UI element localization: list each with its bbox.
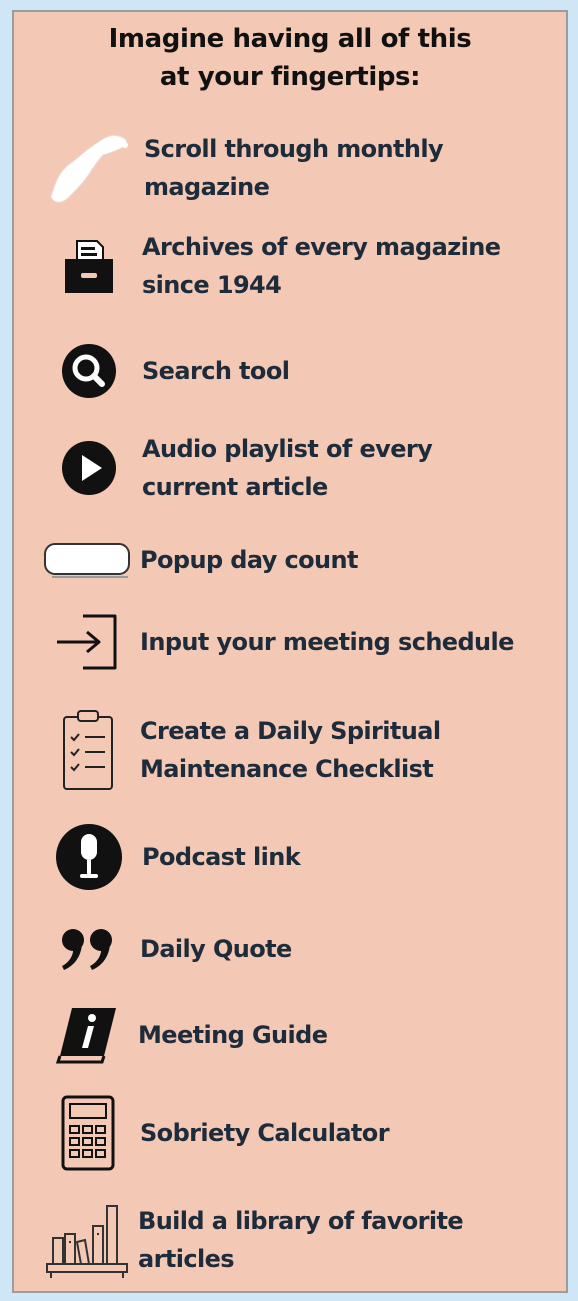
feature-build-library: Build a library of favorite articles (36, 1198, 558, 1282)
feature-label-line1: Build a library of favorite (138, 1207, 464, 1235)
feature-label-line2: since 1944 (142, 271, 282, 299)
feature-search-tool: Search tool (36, 342, 558, 400)
feature-meeting-guide: Meeting Guide (36, 1004, 558, 1066)
quote-icon (36, 926, 140, 972)
feature-archives: Archives of every magazine since 1944 (36, 228, 558, 304)
feature-daily-checklist: Create a Daily Spiritual Maintenance Che… (36, 707, 558, 793)
feature-label-line2: Maintenance Checklist (140, 755, 434, 783)
play-icon (36, 439, 142, 497)
feature-label-line1: Archives of every magazine (142, 233, 501, 261)
calculator-icon (36, 1094, 140, 1172)
sign-in-icon (36, 610, 140, 674)
features-panel: Imagine having all of this at your finge… (12, 10, 568, 1293)
title-line-1: Imagine having all of this (108, 24, 472, 54)
popup-box-icon (36, 540, 140, 580)
info-book-icon (36, 1004, 138, 1066)
feature-label-line2: articles (138, 1245, 235, 1273)
feature-label: Popup day count (140, 546, 358, 574)
feature-label-line2: magazine (144, 173, 270, 201)
feature-label: Input your meeting schedule (140, 628, 514, 656)
hand-swipe-icon (36, 127, 144, 209)
feature-daily-quote: Daily Quote (36, 926, 558, 972)
panel-title: Imagine having all of this at your finge… (14, 20, 566, 96)
title-line-2: at your fingertips: (159, 62, 421, 92)
feature-label-line1: Audio playlist of every (142, 435, 433, 463)
feature-popup-day-count: Popup day count (36, 540, 558, 580)
feature-label-line1: Create a Daily Spiritual (140, 717, 441, 745)
feature-label-line2: current article (142, 473, 328, 501)
bookshelf-icon (36, 1198, 138, 1282)
feature-label: Meeting Guide (138, 1021, 328, 1049)
feature-label: Search tool (142, 357, 290, 385)
feature-meeting-schedule: Input your meeting schedule (36, 610, 558, 674)
feature-label: Podcast link (142, 843, 301, 871)
feature-label: Daily Quote (140, 935, 292, 963)
feature-label-line1: Scroll through monthly (144, 135, 444, 163)
microphone-icon (36, 822, 142, 892)
search-icon (36, 342, 142, 400)
feature-sobriety-calculator: Sobriety Calculator (36, 1094, 558, 1172)
feature-podcast-link: Podcast link (36, 822, 558, 892)
feature-label: Sobriety Calculator (140, 1119, 390, 1147)
feature-audio-playlist: Audio playlist of every current article (36, 430, 558, 506)
clipboard-checklist-icon (36, 707, 140, 793)
feature-scroll-magazine: Scroll through monthly magazine (36, 127, 558, 209)
file-archive-box-icon (36, 237, 142, 295)
